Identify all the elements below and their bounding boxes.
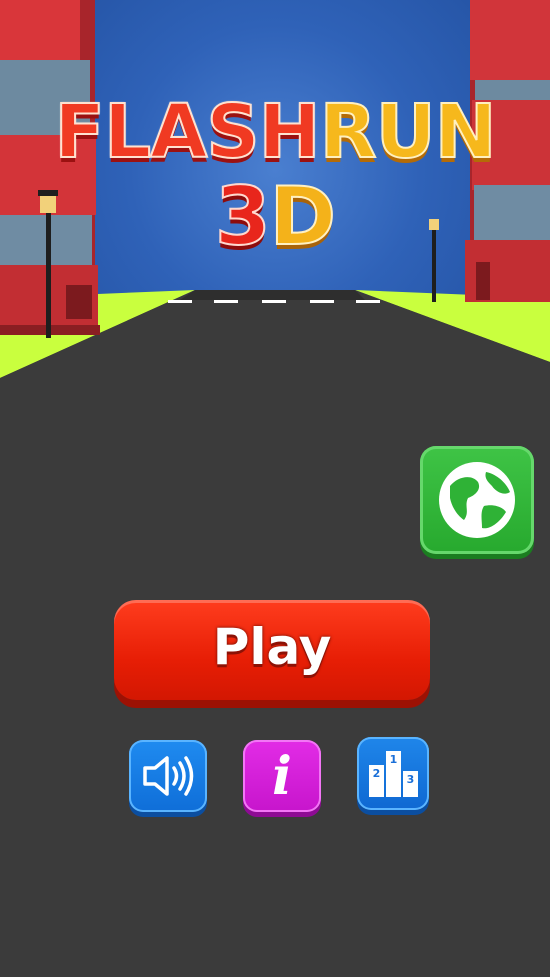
podium-label-2: 2: [373, 767, 381, 780]
road-far: [180, 290, 365, 300]
podium-icon: 2 1 3: [369, 751, 418, 797]
play-button-label: Play: [212, 618, 332, 676]
game-title: FLASHRUN 3D: [0, 94, 550, 258]
title-3: 3: [214, 170, 272, 263]
podium-label-3: 3: [407, 773, 415, 786]
title-run: RUN: [319, 89, 498, 175]
podium-label-1: 1: [390, 753, 398, 766]
info-icon: i: [272, 746, 292, 807]
globe-icon: [439, 462, 515, 538]
game-scene: FLASHRUN 3D Play i 2 1 3: [0, 0, 550, 977]
play-button[interactable]: Play: [114, 600, 430, 700]
leaderboard-button[interactable]: 2 1 3: [357, 737, 429, 810]
title-d: D: [269, 170, 337, 263]
title-flash-run: FLASHRUN: [0, 94, 550, 170]
title-3d: 3D: [0, 176, 550, 258]
title-flash: FLASH: [53, 89, 321, 175]
info-button[interactable]: i: [243, 740, 321, 812]
sound-button[interactable]: [129, 740, 207, 812]
speaker-icon: [143, 756, 194, 796]
globe-button[interactable]: [420, 446, 534, 554]
